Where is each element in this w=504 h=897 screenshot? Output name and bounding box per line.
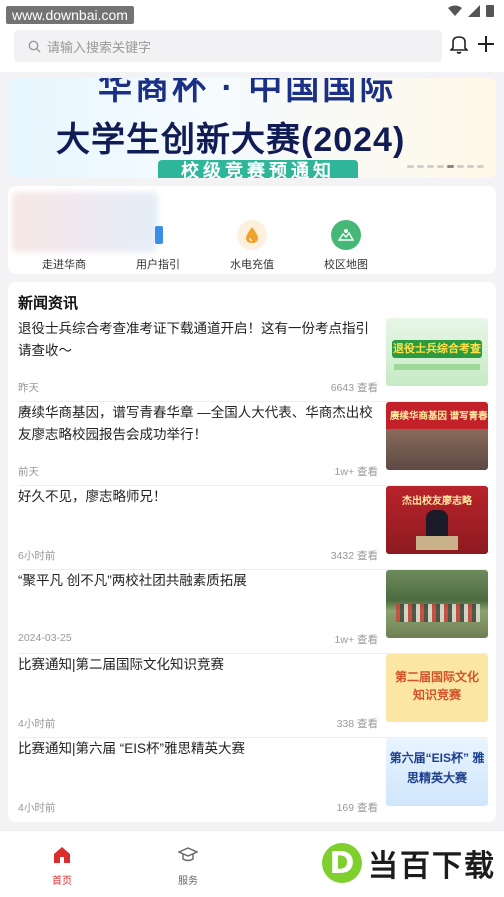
news-views: 3432 查看: [330, 550, 378, 562]
news-title: 好久不见，廖志略师兄！: [18, 489, 167, 504]
news-section-title: 新闻资讯: [18, 295, 79, 312]
news-thumbnail: 第二届国际文化 知识竞赛: [386, 654, 488, 722]
search-input[interactable]: 请输入搜索关键字: [47, 37, 151, 56]
news-item[interactable]: “聚平凡 创不凡”两校社团共融素质拓展 2024-03-25 1w+ 查看: [8, 570, 496, 654]
graduation-cap-icon: [177, 847, 199, 862]
news-views: 1w+ 查看: [334, 634, 378, 646]
banner-line3: 校级竞赛预通知: [158, 160, 358, 178]
thumb-caption: 第六届“EIS杯” 雅思精英大赛: [389, 751, 485, 785]
news-thumbnail: 第六届“EIS杯” 雅思精英大赛: [386, 738, 488, 806]
news-title: “聚平凡 创不凡”两校社团共融素质拓展: [18, 573, 247, 588]
news-views: 1w+ 查看: [334, 466, 378, 478]
news-thumbnail: 杰出校友廖志略: [386, 486, 488, 554]
news-title: 退役士兵综合考查准考证下载通道开启！这有一份考点指引请查收～: [18, 321, 369, 358]
tab-home[interactable]: 首页: [32, 845, 92, 887]
carousel-dot: [407, 165, 414, 168]
news-views: 169 查看: [336, 802, 378, 814]
map-icon: [331, 220, 361, 250]
bottom-tab-bar: 首页 服务 D 当百下载: [0, 830, 504, 897]
status-bar: www.downbai.com: [0, 0, 504, 24]
tab-service[interactable]: 服务: [158, 845, 218, 887]
news-title: 比赛通知|第六届 “EIS杯”雅思精英大赛: [18, 741, 246, 756]
news-item[interactable]: 比赛通知|第二届国际文化知识竞赛 4小时前 338 查看 第二届国际文化 知识竞…: [8, 654, 496, 738]
top-header: 请输入搜索关键字: [0, 24, 504, 72]
battery-icon: [486, 5, 494, 17]
wifi-icon: [448, 5, 462, 16]
quick-entry-panel: 走进华商 用户指引 水电充值 校区地图: [8, 186, 496, 274]
thumb-caption: 第二届国际文化 知识竞赛: [394, 670, 479, 702]
news-date: 6小时前: [18, 550, 56, 562]
news-date: 4小时前: [18, 718, 56, 730]
search-icon: [28, 40, 41, 52]
banner-carousel[interactable]: 华商杯 · 中国国际 大学生创新大赛(2024) 校级竞赛预通知: [8, 78, 496, 178]
banner-line1: 华商杯 · 中国国际: [98, 78, 397, 107]
tab-label: 服务: [178, 876, 198, 887]
logo-text: 当百下载: [368, 850, 496, 883]
thumb-caption: 杰出校友廖志略: [402, 496, 472, 507]
tab-label: 首页: [52, 876, 72, 887]
news-thumbnail: 退役士兵综合考查: [386, 318, 488, 386]
carousel-dots: [407, 165, 484, 168]
home-icon: [54, 847, 70, 863]
watermark-logo: D 当百下载: [322, 841, 496, 885]
news-item[interactable]: 好久不见，廖志略师兄！ 6小时前 3432 查看 杰出校友廖志略: [8, 486, 496, 570]
news-date: 昨天: [18, 382, 39, 394]
status-icons: [448, 4, 494, 17]
building-icon: [49, 220, 79, 250]
news-title: 比赛通知|第二届国际文化知识竞赛: [18, 657, 225, 672]
quick-item-zoujin[interactable]: 走进华商: [18, 186, 110, 272]
logo-mark: D: [322, 843, 362, 883]
news-date: 2024-03-25: [18, 632, 72, 644]
carousel-dot: [477, 165, 484, 168]
water-drop-icon: [237, 220, 267, 250]
thumb-caption: 赓续华商基因 谱写青春: [390, 411, 488, 422]
bell-icon[interactable]: [450, 34, 468, 54]
quick-label: 用户指引: [136, 259, 180, 271]
quick-label: 水电充值: [230, 259, 274, 271]
guide-icon: [143, 220, 173, 250]
quick-item-map[interactable]: 校区地图: [300, 186, 392, 272]
carousel-dot: [427, 165, 434, 168]
news-thumbnail: [386, 570, 488, 638]
add-icon[interactable]: [476, 34, 496, 54]
news-item[interactable]: 比赛通知|第六届 “EIS杯”雅思精英大赛 4小时前 169 查看 第六届“EI…: [8, 738, 496, 822]
carousel-dot: [437, 165, 444, 168]
carousel-dot: [457, 165, 464, 168]
thumb-caption: 退役士兵综合考查: [392, 340, 482, 358]
news-date: 4小时前: [18, 802, 56, 814]
carousel-dot-active: [447, 165, 454, 168]
signal-icon: [468, 4, 480, 17]
news-views: 6643 查看: [330, 382, 378, 394]
quick-item-recharge[interactable]: 水电充值: [206, 186, 298, 272]
news-item[interactable]: 退役士兵综合考查准考证下载通道开启！这有一份考点指引请查收～ 昨天 6643 查…: [8, 318, 496, 402]
news-section: 新闻资讯 退役士兵综合考查准考证下载通道开启！这有一份考点指引请查收～ 昨天 6…: [8, 282, 496, 822]
quick-label: 走进华商: [42, 259, 86, 271]
watermark-text: www.downbai.com: [6, 6, 134, 24]
quick-item-guide[interactable]: 用户指引: [112, 186, 204, 272]
news-title: 赓续华商基因，谱写青春华章 —全国人大代表、华商杰出校友廖志略校园报告会成功举行…: [18, 405, 373, 442]
news-item[interactable]: 赓续华商基因，谱写青春华章 —全国人大代表、华商杰出校友廖志略校园报告会成功举行…: [8, 402, 496, 486]
banner-line2: 大学生创新大赛(2024): [56, 121, 406, 159]
quick-label: 校区地图: [324, 259, 368, 271]
carousel-dot: [417, 165, 424, 168]
carousel-dot: [467, 165, 474, 168]
news-date: 前天: [18, 466, 39, 478]
news-thumbnail: 赓续华商基因 谱写青春: [386, 402, 488, 470]
news-views: 338 查看: [336, 718, 378, 730]
search-bar[interactable]: 请输入搜索关键字: [14, 30, 442, 62]
